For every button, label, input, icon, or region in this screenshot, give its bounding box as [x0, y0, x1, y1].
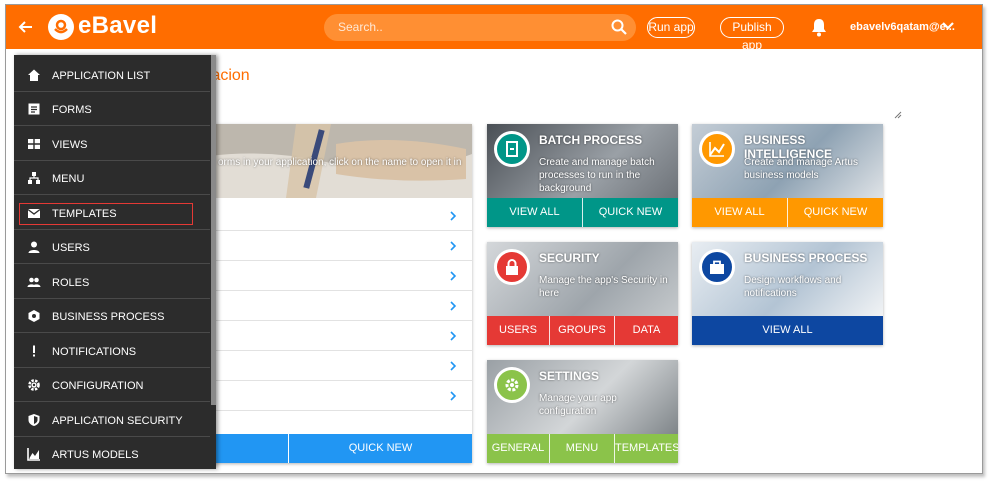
- menu-item-artus-models[interactable]: ARTUS MODELS: [14, 437, 210, 471]
- tile-description: Manage the app's Security in here: [539, 275, 668, 299]
- roles-icon: [27, 277, 41, 287]
- search-icon[interactable]: [610, 18, 628, 36]
- menu-item-roles[interactable]: ROLES: [14, 265, 210, 299]
- batch-quick-new-button[interactable]: QUICK NEW: [583, 198, 678, 227]
- publish-app-button[interactable]: Publish app: [720, 17, 784, 52]
- briefcase-icon: [699, 249, 735, 285]
- menu-item-forms[interactable]: FORMS: [14, 92, 210, 126]
- menu-item-menu[interactable]: MENU: [14, 161, 210, 195]
- menu-item-label: USERS: [52, 242, 90, 254]
- menu-item-notifications[interactable]: NOTIFICATIONS: [14, 334, 210, 368]
- batch-process-icon: [494, 131, 530, 167]
- settings-tile: SETTINGS Manage your app configuration G…: [487, 360, 678, 463]
- settings-actions: GENERAL MENU TEMPLATES: [487, 434, 678, 463]
- bi-actions: VIEW ALL QUICK NEW: [692, 198, 883, 227]
- menu-item-label: APPLICATION LIST: [52, 70, 151, 82]
- run-app-button[interactable]: Run app: [647, 17, 695, 38]
- settings-menu-button[interactable]: MENU: [550, 434, 614, 463]
- menu-item-label: FORMS: [52, 104, 92, 116]
- batch-actions: VIEW ALL QUICK NEW: [487, 198, 678, 227]
- side-menu: APPLICATION LIST FORMS VIEWS MENU TEMPLA…: [14, 55, 216, 469]
- chevron-right-icon: [450, 361, 457, 371]
- menu-item-label: MENU: [52, 173, 85, 185]
- app-logo-text: eBavel: [78, 12, 158, 39]
- menu-item-label: BUSINESS PROCESS: [52, 311, 165, 323]
- exclamation-icon: [33, 345, 35, 357]
- chevron-right-icon: [450, 301, 457, 311]
- bp-actions: VIEW ALL: [692, 316, 883, 345]
- resize-handle-icon[interactable]: [894, 111, 902, 119]
- user-account[interactable]: ebavelv6qatam@e...: [850, 21, 955, 33]
- business-process-tile: BUSINESS PROCESS Design workflows and no…: [692, 242, 883, 345]
- bi-view-all-button[interactable]: VIEW ALL: [692, 198, 787, 227]
- search-placeholder: Search..: [338, 20, 383, 34]
- chevron-down-icon[interactable]: [941, 19, 955, 33]
- shield-icon: [28, 414, 40, 426]
- security-groups-button[interactable]: GROUPS: [550, 316, 614, 345]
- forms-quick-new-button[interactable]: QUICK NEW: [289, 434, 472, 463]
- process-icon: [28, 310, 40, 322]
- tile-title: SETTINGS: [539, 369, 600, 383]
- menu-item-label: ROLES: [52, 277, 90, 289]
- menu-scrollbar[interactable]: [211, 55, 216, 405]
- views-icon: [28, 139, 40, 149]
- gear-icon: [28, 379, 40, 391]
- bi-chart-icon: [699, 131, 735, 167]
- chevron-right-icon: [450, 391, 457, 401]
- settings-general-button[interactable]: GENERAL: [487, 434, 549, 463]
- selected-item-highlight: [19, 203, 193, 225]
- lock-icon: [494, 249, 530, 285]
- business-intelligence-tile: BUSINESS INTELLIGENCE Create and manage …: [692, 124, 883, 227]
- tile-description: Manage your app configuration: [539, 393, 617, 417]
- tile-description: Create and manage Artus business models: [744, 157, 858, 181]
- chevron-right-icon: [450, 331, 457, 341]
- security-data-button[interactable]: DATA: [615, 316, 678, 345]
- batch-process-tile: BATCH PROCESS Create and manage batch pr…: [487, 124, 678, 227]
- forms-icon: [28, 103, 40, 115]
- batch-view-all-button[interactable]: VIEW ALL: [487, 198, 582, 227]
- security-actions: USERS GROUPS DATA: [487, 316, 678, 345]
- menu-item-views[interactable]: VIEWS: [14, 127, 210, 161]
- tile-title: BUSINESS PROCESS: [744, 251, 868, 265]
- chart-icon: [27, 448, 40, 461]
- chevron-right-icon: [450, 241, 457, 251]
- menu-item-label: APPLICATION SECURITY: [52, 415, 183, 427]
- tile-description: Create and manage batch processes to run…: [539, 157, 655, 194]
- menu-item-users[interactable]: USERS: [14, 230, 210, 264]
- tile-description: Design workflows and notifications: [744, 275, 842, 299]
- chevron-right-icon: [450, 271, 457, 281]
- top-bar: eBavel Search.. Run app Publish app ebav…: [6, 5, 982, 52]
- menu-item-label: NOTIFICATIONS: [52, 346, 137, 358]
- bp-view-all-button[interactable]: VIEW ALL: [692, 316, 883, 345]
- menu-item-label: ARTUS MODELS: [52, 449, 139, 461]
- menu-item-configuration[interactable]: CONFIGURATION: [14, 368, 210, 402]
- user-icon: [28, 241, 40, 253]
- security-users-button[interactable]: USERS: [487, 316, 549, 345]
- gear-icon: [494, 367, 530, 403]
- menu-item-application-security[interactable]: APPLICATION SECURITY: [14, 403, 210, 437]
- tile-title: SECURITY: [539, 251, 600, 265]
- back-arrow-icon[interactable]: [16, 17, 36, 37]
- chevron-right-icon: [450, 211, 457, 221]
- menu-tree-icon: [28, 172, 40, 184]
- ebavel-logo-icon: [48, 14, 74, 40]
- menu-item-label: VIEWS: [52, 139, 88, 151]
- menu-item-business-process[interactable]: BUSINESS PROCESS: [14, 299, 210, 333]
- bell-icon[interactable]: [810, 17, 828, 37]
- home-icon: [28, 69, 40, 81]
- tile-title: BATCH PROCESS: [539, 133, 643, 147]
- security-tile: SECURITY Manage the app's Security in he…: [487, 242, 678, 345]
- settings-templates-button[interactable]: TEMPLATES: [615, 434, 678, 463]
- bi-quick-new-button[interactable]: QUICK NEW: [788, 198, 883, 227]
- app-window: eBavel Search.. Run app Publish app ebav…: [5, 4, 983, 474]
- menu-item-application-list[interactable]: APPLICATION LIST: [14, 58, 210, 92]
- forms-description: orms in your application, click on the n…: [218, 157, 462, 168]
- menu-item-label: CONFIGURATION: [52, 380, 144, 392]
- search-input[interactable]: Search..: [324, 14, 636, 41]
